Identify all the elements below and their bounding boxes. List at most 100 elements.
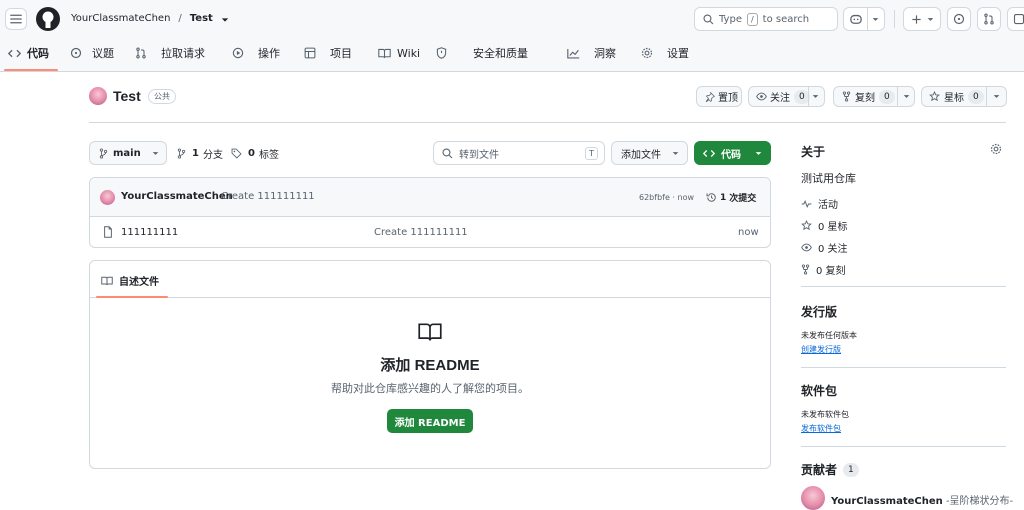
tab-issues[interactable]: 议题 [70,40,114,66]
table-row[interactable]: 111111111 Create 111111111 now [90,217,770,247]
eye-icon [756,92,767,101]
repo-title[interactable]: Test [113,88,141,104]
readme-tab[interactable]: 自述文件 [101,273,159,288]
tags-link[interactable]: 0 标签 [231,146,279,161]
issues-button[interactable] [947,7,971,31]
watch-button[interactable]: 关注 0 [748,86,825,107]
table-icon [304,47,316,59]
fork-count: 0 [879,89,895,104]
pin-icon [705,91,715,102]
repo-link[interactable]: Test [190,13,213,24]
latest-commit-bar: YourClassmateChen Create 111111111 62bfb… [90,178,770,217]
chevron-down-icon [672,151,679,155]
copilot-button[interactable] [843,7,885,31]
repo-description: 测试用仓库 [801,172,856,185]
tab-label: 议题 [92,47,114,60]
branch-icon [99,147,108,159]
sidebar-divider [801,367,1006,368]
play-icon [232,47,244,59]
sidebar-divider [801,446,1006,447]
add-file-label: 添加文件 [621,149,661,161]
tab-code[interactable]: 代码 [8,40,49,66]
menu-button[interactable] [5,8,27,30]
add-readme-button[interactable]: 添加 README [387,409,473,433]
fork-icon [801,264,810,275]
inbox-button[interactable] [1007,7,1024,31]
commits-link[interactable]: 1 次提交 [706,191,756,204]
commit-message[interactable]: Create 111111111 [221,191,315,202]
pull-requests-button[interactable] [977,7,1001,31]
chevron-down-icon[interactable] [221,16,229,24]
tags-label: 标签 [258,150,279,161]
code-button[interactable]: 代码 [694,141,771,165]
repo-owner-avatar [89,87,107,105]
contributors-heading[interactable]: 贡献者 [801,461,837,478]
chevron-down-icon[interactable] [903,93,910,100]
star-button[interactable]: 星标 0 [921,86,1007,107]
readme-empty-title: 添加 README [380,357,480,374]
fork-button[interactable]: 复刻 0 [833,86,915,107]
branch-name: main [113,147,141,159]
create-new-button[interactable] [903,7,941,31]
readme-empty-description: 帮助对此仓库感兴趣的人了解您的项目。 [331,382,529,395]
branch-selector[interactable]: main [89,141,167,165]
publish-package-link[interactable]: 发布软件包 [801,423,841,434]
watch-label: 关注 [770,93,790,104]
commit-hash[interactable]: 62bfbfe · now [639,193,694,202]
commit-author[interactable]: YourClassmateChen [121,191,233,202]
github-logo-icon[interactable] [36,7,60,31]
search-input[interactable]: Type / to search [694,7,838,31]
releases-heading[interactable]: 发行版 [801,303,837,320]
tab-wiki[interactable]: Wiki [378,40,420,66]
plus-icon [911,14,921,24]
tab-settings[interactable]: 设置 [641,40,689,66]
tab-actions[interactable]: 操作 [232,40,280,66]
readme-tab-label: 自述文件 [119,277,159,288]
file-commit-message[interactable]: Create 111111111 [374,227,468,238]
add-file-button[interactable]: 添加文件 [611,141,688,165]
contributors-count: 1 [843,462,859,477]
breadcrumb-separator: / [178,13,182,24]
pin-button[interactable]: 置顶 [696,86,742,107]
watchers-link[interactable]: 0 关注 [801,240,848,255]
chevron-down-icon[interactable] [993,93,1000,100]
releases-empty-text: 未发布任何版本 [801,331,857,340]
file-commit-time: now [738,227,759,238]
tab-label: 设置 [667,47,689,60]
tab-label: Wiki [397,46,421,60]
create-release-link[interactable]: 创建发行版 [801,344,841,355]
search-icon [442,147,453,158]
sidebar-divider [801,286,1006,287]
gear-icon[interactable] [990,143,1002,155]
code-icon [8,49,21,57]
file-name[interactable]: 111111111 [121,227,178,238]
owner-link[interactable]: YourClassmateChen [71,13,170,24]
tab-pull-requests[interactable]: 拉取请求 [135,40,205,66]
tab-security[interactable]: 安全和质量 [436,40,528,66]
graph-icon [567,48,580,59]
history-icon [706,193,716,202]
search-suffix: to search [762,13,810,25]
activity-link[interactable]: 活动 [801,196,838,211]
pull-request-icon [136,47,146,59]
code-icon [703,149,715,157]
branches-count: 1 [192,148,199,159]
chevron-down-icon[interactable] [812,93,819,100]
packages-heading[interactable]: 软件包 [801,382,837,399]
branches-link[interactable]: 1 分支 [177,146,223,161]
contributor-item[interactable]: YourClassmateChen -呈阶梯状分布- [831,492,1013,507]
packages-empty-text: 未发布软件包 [801,410,849,419]
goto-file-input[interactable]: 转到文件 T [433,141,605,165]
copilot-icon [850,14,862,24]
stars-text: 0 星标 [818,222,848,233]
forks-link[interactable]: 0 复刻 [801,262,846,277]
book-icon [101,276,113,285]
tab-label: 安全和质量 [473,47,528,60]
tab-insights[interactable]: 洞察 [567,40,616,66]
chevron-down-icon [755,151,762,155]
tab-projects[interactable]: 项目 [304,40,352,66]
inbox-icon [1013,13,1024,25]
readme-tabbar [90,261,770,298]
stars-link[interactable]: 0 星标 [801,218,848,233]
contributor-avatar[interactable] [801,486,825,510]
